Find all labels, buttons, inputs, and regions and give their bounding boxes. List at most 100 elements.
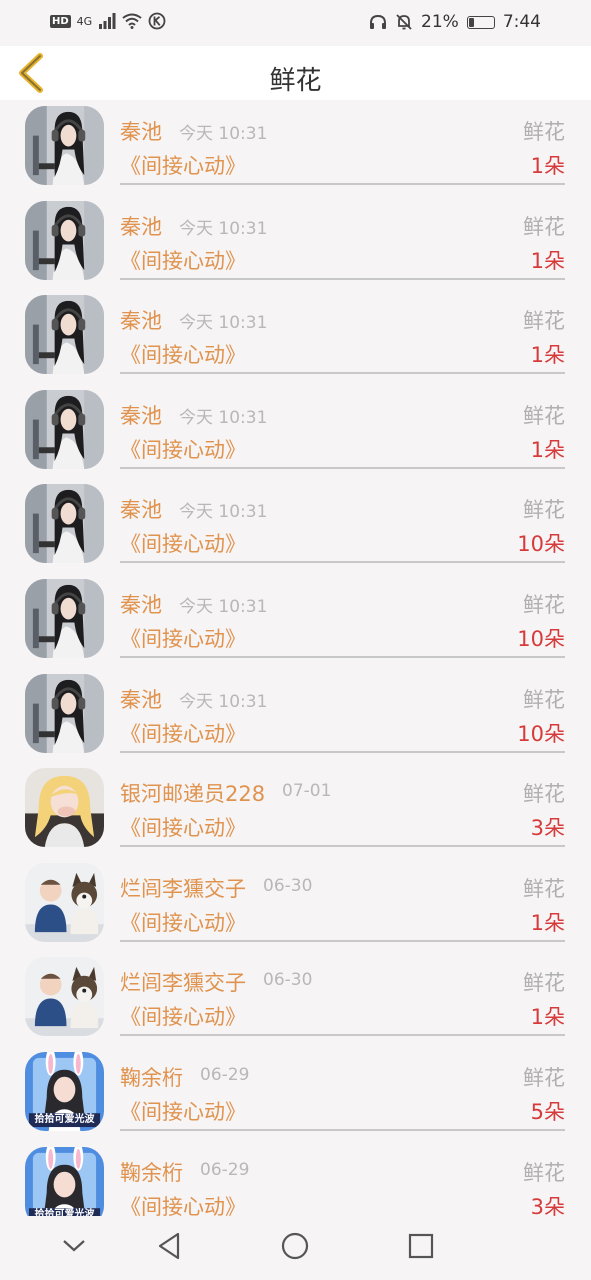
page-title: 鲜花 bbox=[269, 66, 322, 96]
avatar-caption: 拾拾可爱光波 bbox=[34, 1208, 95, 1216]
sender-name[interactable]: 银河邮递员228 bbox=[120, 778, 265, 808]
song-title[interactable]: 《间接心动》 bbox=[120, 1096, 246, 1126]
song-title[interactable]: 《间接心动》 bbox=[120, 150, 246, 180]
sender-name[interactable]: 秦池 bbox=[120, 211, 162, 241]
battery-percent: 21% bbox=[421, 12, 459, 32]
avatar[interactable] bbox=[25, 106, 104, 185]
home-nav-icon[interactable] bbox=[281, 1232, 309, 1260]
row-divider bbox=[120, 750, 565, 753]
battery-fill bbox=[468, 17, 474, 27]
avatar-caption: 拾拾可爱光波 bbox=[34, 1113, 95, 1125]
avatar[interactable] bbox=[25, 295, 104, 375]
flower-count: 1朵 bbox=[530, 910, 565, 935]
list-item[interactable]: 银河邮递员228 07-01 鲜花《间接心动》 3朵 bbox=[0, 762, 591, 857]
back-nav-icon[interactable] bbox=[157, 1232, 181, 1260]
recents-nav-icon[interactable] bbox=[408, 1233, 434, 1259]
list-item[interactable]: 拾拾可爱光波 鞠余桁 06-29 鲜花 《间接心动》 5朵 bbox=[0, 1046, 591, 1141]
row-divider bbox=[120, 1034, 565, 1037]
flower-count: 3朵 bbox=[530, 816, 565, 841]
avatar[interactable] bbox=[25, 768, 104, 848]
mute-bell-icon bbox=[396, 14, 412, 30]
song-title[interactable]: 《间接心动》 bbox=[120, 339, 246, 369]
avatar[interactable] bbox=[25, 957, 104, 1037]
hd-badge: HD bbox=[50, 14, 71, 28]
clock: 7:44 bbox=[502, 12, 541, 32]
avatar[interactable] bbox=[25, 484, 104, 564]
gift-record-list[interactable]: 秦池 今天 10:31 鲜花 《间接心动》 1朵 秦池 今天 10:31 鲜花 《间接心动》 1朵… bbox=[0, 100, 591, 1216]
song-title[interactable]: 《间接心动》 bbox=[120, 907, 246, 937]
sender-name[interactable]: 秦池 bbox=[120, 305, 162, 335]
k-circle-icon bbox=[148, 12, 166, 30]
system-nav-bar bbox=[0, 1216, 591, 1280]
sender-name[interactable]: 烂闾李獯交子 bbox=[120, 967, 246, 997]
song-title[interactable]: 《间接心动》 bbox=[120, 812, 246, 842]
chevron-down-icon[interactable] bbox=[62, 1238, 86, 1254]
sender-name[interactable]: 秦池 bbox=[120, 116, 162, 146]
sender-name[interactable]: 秦池 bbox=[120, 400, 162, 430]
list-item[interactable]: 烂闾李獯交子 06-30 鲜花《间接心动》 1朵 bbox=[0, 857, 591, 952]
send-time: 今天 10:31 bbox=[179, 691, 268, 712]
sender-name[interactable]: 鞠余桁 bbox=[120, 1062, 183, 1092]
avatar[interactable] bbox=[25, 862, 104, 942]
list-item[interactable]: 秦池 今天 10:31 鲜花 《间接心动》 10朵 bbox=[0, 478, 591, 573]
send-time: 今天 10:31 bbox=[179, 596, 268, 617]
gift-type: 鲜花 bbox=[523, 971, 565, 996]
list-item[interactable]: 秦池 今天 10:31 鲜花 《间接心动》 10朵 bbox=[0, 668, 591, 763]
list-item[interactable]: 秦池 今天 10:31 鲜花 《间接心动》 1朵 bbox=[0, 289, 591, 384]
gift-type: 鲜花 bbox=[523, 592, 565, 617]
flower-count: 3朵 bbox=[530, 1194, 565, 1216]
sender-name[interactable]: 秦池 bbox=[120, 589, 162, 619]
list-item[interactable]: 秦池 今天 10:31 鲜花《间接心动》 1朵 bbox=[0, 100, 591, 195]
gift-type: 鲜花 bbox=[523, 120, 565, 144]
send-time: 今天 10:31 bbox=[179, 124, 268, 144]
song-title[interactable]: 《间接心动》 bbox=[120, 434, 246, 464]
row-divider bbox=[120, 939, 565, 942]
song-title[interactable]: 《间接心动》 bbox=[120, 245, 246, 275]
gift-type: 鲜花 bbox=[523, 876, 565, 901]
headphones-icon bbox=[370, 14, 387, 29]
row-divider bbox=[120, 561, 565, 564]
flower-count: 5朵 bbox=[530, 1099, 565, 1124]
send-time: 今天 10:31 bbox=[179, 313, 268, 334]
list-item[interactable]: 烂闾李獯交子 06-30 鲜花 《间接心动》 1朵 bbox=[0, 951, 591, 1046]
sender-name[interactable]: 秦池 bbox=[120, 684, 162, 714]
gift-type: 鲜花 bbox=[523, 782, 565, 807]
list-item[interactable]: 秦池 今天 10:31 鲜花 《间接心动》 1朵 bbox=[0, 195, 591, 290]
song-title[interactable]: 《间接心动》 bbox=[120, 718, 246, 748]
flower-count: 10朵 bbox=[517, 626, 565, 651]
avatar[interactable]: 拾拾可爱光波 bbox=[25, 1146, 104, 1216]
list-item[interactable]: 秦池 今天 10:31 鲜花《间接心动》 10朵 bbox=[0, 573, 591, 668]
signal-icon bbox=[99, 13, 116, 29]
avatar[interactable] bbox=[25, 673, 104, 753]
sender-name[interactable]: 烂闾李獯交子 bbox=[120, 873, 246, 903]
song-title[interactable]: 《间接心动》 bbox=[120, 1191, 246, 1216]
network-type: 4G bbox=[76, 14, 93, 28]
row-divider bbox=[120, 466, 565, 469]
gift-type: 鲜花 bbox=[523, 214, 565, 239]
song-title[interactable]: 《间接心动》 bbox=[120, 528, 246, 558]
list-item[interactable]: 秦池 今天 10:31 鲜花 《间接心动》 1朵 bbox=[0, 384, 591, 479]
list-item[interactable]: 拾拾可爱光波 鞠余桁 06-29 鲜花《间接心动》 3朵 bbox=[0, 1141, 591, 1216]
row-divider bbox=[120, 183, 565, 185]
sender-name[interactable]: 秦池 bbox=[120, 494, 162, 524]
avatar[interactable]: 拾拾可爱光波 bbox=[25, 1051, 104, 1131]
row-divider bbox=[120, 372, 565, 375]
row-divider bbox=[120, 277, 565, 280]
send-time: 07-01 bbox=[282, 781, 332, 802]
flower-count: 1朵 bbox=[530, 154, 565, 178]
avatar[interactable] bbox=[25, 200, 104, 280]
gift-type: 鲜花 bbox=[523, 309, 565, 334]
avatar[interactable] bbox=[25, 389, 104, 469]
sender-name[interactable]: 鞠余桁 bbox=[120, 1157, 183, 1187]
send-time: 今天 10:31 bbox=[179, 502, 268, 523]
send-time: 06-29 bbox=[200, 1159, 250, 1180]
gift-type: 鲜花 bbox=[523, 1160, 565, 1185]
gift-type: 鲜花 bbox=[523, 1065, 565, 1090]
song-title[interactable]: 《间接心动》 bbox=[120, 623, 246, 653]
send-time: 06-30 bbox=[263, 875, 313, 896]
song-title[interactable]: 《间接心动》 bbox=[120, 1001, 246, 1031]
avatar[interactable] bbox=[25, 578, 104, 658]
flower-count: 1朵 bbox=[530, 1005, 565, 1030]
flower-count: 1朵 bbox=[530, 437, 565, 462]
battery-icon bbox=[466, 15, 495, 29]
